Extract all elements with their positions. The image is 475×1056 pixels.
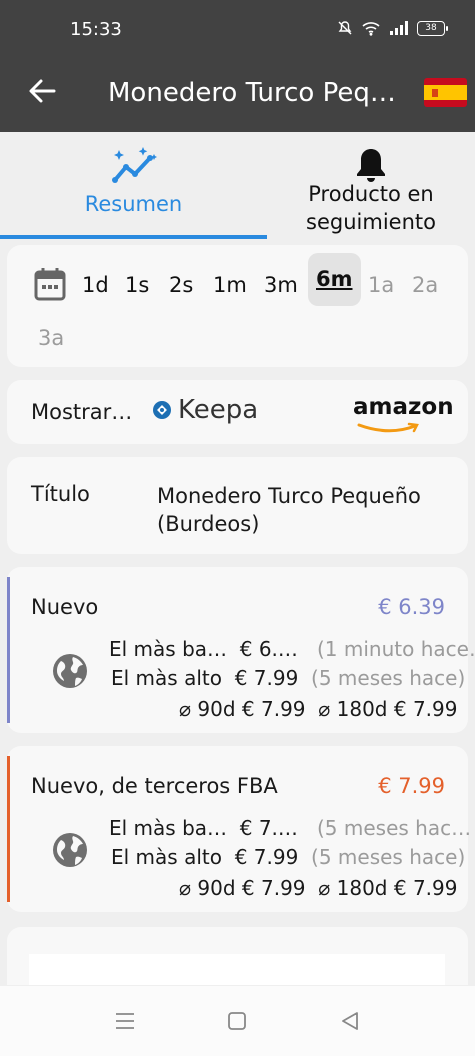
mute-icon [338,21,352,35]
series-color-bar [7,756,10,902]
range-1d[interactable]: 1d [82,273,109,297]
globe-icon [53,833,87,867]
title-value: Monedero Turco Pequeño (Burdeos) [157,484,421,536]
price-type-name: Nuevo [31,595,99,619]
range-3a[interactable]: 3a [38,326,64,350]
range-1m[interactable]: 1m [213,273,247,297]
product-title-header: Monedero Turco Pequeño (Burdeos) [108,78,408,108]
highest-price-row: El màs alto € 7.99 (5 meses hace) [111,666,465,690]
product-title-card: Título Monedero Turco Pequeño (Burdeos) [7,457,468,554]
title-label: Título [31,482,90,506]
tab-bar: Resumen Producto en seguimiento [0,132,475,239]
calendar-icon [34,268,66,301]
status-icons: 38 [337,20,448,36]
home-icon[interactable] [227,1011,247,1031]
menu-icon[interactable] [114,1011,136,1031]
chart-placeholder [29,954,445,985]
battery-level: 38 [425,22,437,33]
avg-90d: ⌀ 90d € 7.99 [179,697,306,721]
price-card-nuevo[interactable]: Nuevo € 6.39 El màs ba… € 6.… (1 minuto … [7,567,475,733]
app-bar: Monedero Turco Pequeño (Burdeos) [0,58,475,132]
range-2a[interactable]: 2a [412,273,438,297]
range-3m[interactable]: 3m [264,273,298,297]
highest-label: El màs alto [111,845,222,869]
amazon-logo[interactable]: amazon [353,394,454,420]
tab-follow-label: Producto en seguimiento [306,182,436,234]
signal-icon [390,21,408,35]
lowest-when: (1 minuto hace… [317,637,475,661]
highest-when: (5 meses hace) [311,666,466,690]
status-time: 15:33 [70,19,122,40]
highest-price-row: El màs alto € 7.99 (5 meses hace) [111,845,465,869]
chart-sparkle-icon [111,147,157,183]
lowest-price-row: El màs ba… € 6.… (1 minuto hace… [109,637,475,661]
avg-180d: ⌀ 180d € 7.99 [318,876,458,900]
price-card-fba[interactable]: Nuevo, de terceros FBA € 7.99 El màs ba…… [7,746,471,912]
lowest-label: El màs ba… [109,637,228,661]
range-2s[interactable]: 2s [169,273,193,297]
range-6m[interactable]: 6m [308,253,361,306]
highest-label: El màs alto [111,666,222,690]
lowest-label: El màs ba… [109,816,228,840]
time-range-card: 1d 1s 2s 1m 3m 6m 1a 2a 3a [7,245,468,367]
current-price: € 7.99 [378,774,445,798]
status-bar: 15:33 38 [0,0,475,58]
highest-price: € 7.99 [234,845,299,869]
back-arrow-icon[interactable] [26,75,58,107]
average-price-row: ⌀ 90d € 7.99 ⌀ 180d € 7.99 [179,876,457,900]
lowest-price: € 6.… [239,637,298,661]
back-icon[interactable] [340,1011,360,1031]
show-label[interactable]: Mostrar… [31,400,132,424]
bell-icon [357,149,385,182]
lowest-when: (5 meses hac… [317,816,472,840]
summary-content[interactable]: 1d 1s 2s 1m 3m 6m 1a 2a 3a Mostrar… Keep… [0,239,475,985]
keepa-icon [153,401,171,419]
show-source-card: Mostrar… Keepa amazon [7,380,468,444]
tab-producto-seguimiento[interactable]: Producto en seguimiento [267,132,475,239]
price-type-name: Nuevo, de terceros FBA [31,774,278,798]
highest-when: (5 meses hace) [311,845,466,869]
amazon-smile-icon [357,422,419,433]
average-price-row: ⌀ 90d € 7.99 ⌀ 180d € 7.99 [179,697,457,721]
range-1s[interactable]: 1s [125,273,149,297]
chart-card [7,927,468,985]
keepa-text: Keepa [178,395,259,425]
battery-icon: 38 [417,20,448,36]
series-color-bar [7,577,10,723]
current-price: € 6.39 [378,595,445,619]
lowest-price: € 7.… [239,816,298,840]
keepa-logo[interactable]: Keepa [152,395,258,425]
tab-resumen[interactable]: Resumen [0,132,267,239]
avg-90d: ⌀ 90d € 7.99 [179,876,306,900]
spain-flag-icon [424,78,467,107]
lowest-price-row: El màs ba… € 7.… (5 meses hac… [109,816,471,840]
globe-icon [53,654,87,688]
wifi-icon [362,22,380,36]
system-nav-bar [0,986,475,1056]
avg-180d: ⌀ 180d € 7.99 [318,697,458,721]
tab-resumen-label: Resumen [84,192,183,216]
highest-price: € 7.99 [234,666,299,690]
range-1a[interactable]: 1a [368,273,394,297]
